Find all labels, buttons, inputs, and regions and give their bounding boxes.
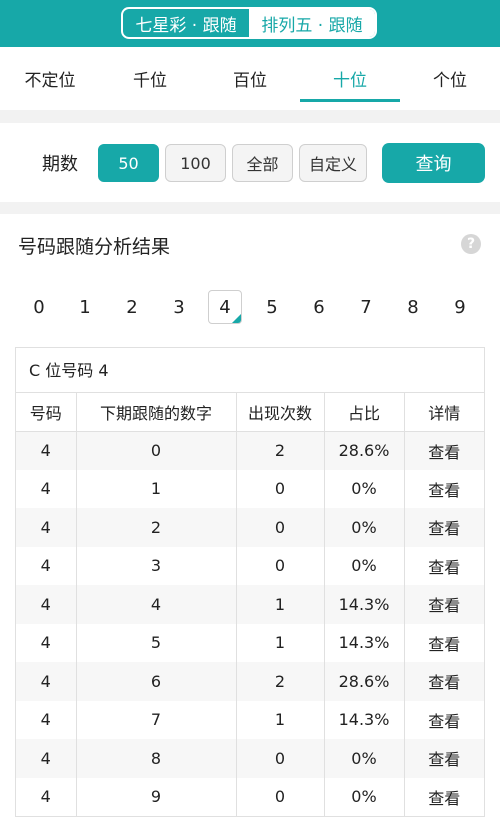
cell-number: 4 (16, 700, 76, 739)
cell-count: 1 (235, 700, 324, 739)
view-detail-link[interactable]: 查看 (403, 777, 484, 816)
cell-next-digit: 0 (75, 431, 236, 470)
table-row: 4 4 1 14.3% 查看 (16, 585, 484, 624)
digit-selector: 0 1 2 3 4 5 6 7 8 9 (0, 290, 500, 326)
table-row: 4 6 2 28.6% 查看 (16, 662, 484, 701)
cell-number: 4 (16, 739, 76, 778)
cell-count: 1 (235, 623, 324, 662)
table-row: 4 0 2 28.6% 查看 (16, 431, 484, 470)
column-header-next-digit: 下期跟随的数字 (75, 393, 236, 432)
view-detail-link[interactable]: 查看 (403, 623, 484, 662)
cell-ratio: 0% (323, 546, 404, 585)
cell-next-digit: 3 (75, 546, 236, 585)
cell-number: 4 (16, 508, 76, 547)
cell-ratio: 14.3% (323, 623, 404, 662)
cell-count: 0 (235, 508, 324, 547)
cell-ratio: 0% (323, 777, 404, 816)
period-option-custom[interactable]: 自定义 (299, 144, 367, 182)
result-panel: 号码跟随分析结果 ? 0 1 2 3 4 5 6 7 8 9 C 位号码 4 号… (0, 214, 500, 837)
digit-4[interactable]: 4 (208, 290, 242, 324)
cell-count: 0 (235, 546, 324, 585)
lottery-switcher: 七星彩 · 跟随 排列五 · 跟随 (121, 7, 377, 39)
view-detail-link[interactable]: 查看 (403, 431, 484, 470)
cell-count: 0 (235, 777, 324, 816)
digit-0[interactable]: 0 (22, 290, 56, 324)
cell-count: 0 (235, 739, 324, 778)
cell-count: 2 (235, 431, 324, 470)
cell-count: 2 (235, 662, 324, 701)
cell-next-digit: 5 (75, 623, 236, 662)
period-label: 期数 (42, 154, 78, 175)
column-header-ratio: 占比 (323, 393, 404, 432)
cell-ratio: 14.3% (323, 585, 404, 624)
cell-next-digit: 2 (75, 508, 236, 547)
table-row: 4 8 0 0% 查看 (16, 739, 484, 778)
cell-number: 4 (16, 431, 76, 470)
digit-5[interactable]: 5 (255, 290, 289, 324)
segment-qxc-follow[interactable]: 七星彩 · 跟随 (123, 9, 249, 37)
follow-table: C 位号码 4 号码 下期跟随的数字 出现次数 占比 详情 4 0 2 28.6… (15, 347, 485, 817)
cell-next-digit: 7 (75, 700, 236, 739)
period-option-50[interactable]: 50 (98, 144, 159, 182)
table-row: 4 3 0 0% 查看 (16, 546, 484, 585)
cell-count: 1 (235, 585, 324, 624)
view-detail-link[interactable]: 查看 (403, 700, 484, 739)
tab-units[interactable]: 个位 (400, 47, 500, 110)
digit-6[interactable]: 6 (302, 290, 336, 324)
column-header-number: 号码 (16, 393, 76, 432)
column-header-count: 出现次数 (235, 393, 324, 432)
cell-next-digit: 8 (75, 739, 236, 778)
digit-8[interactable]: 8 (396, 290, 430, 324)
cell-ratio: 0% (323, 469, 404, 508)
cell-next-digit: 1 (75, 469, 236, 508)
tab-hundreds[interactable]: 百位 (200, 47, 300, 110)
cell-ratio: 0% (323, 508, 404, 547)
view-detail-link[interactable]: 查看 (403, 546, 484, 585)
cell-next-digit: 9 (75, 777, 236, 816)
view-detail-link[interactable]: 查看 (403, 508, 484, 547)
cell-ratio: 14.3% (323, 700, 404, 739)
table-row: 4 1 0 0% 查看 (16, 469, 484, 508)
cell-number: 4 (16, 469, 76, 508)
cell-count: 0 (235, 469, 324, 508)
cell-number: 4 (16, 777, 76, 816)
table-row: 4 2 0 0% 查看 (16, 508, 484, 547)
view-detail-link[interactable]: 查看 (403, 585, 484, 624)
position-tabs: 不定位 千位 百位 十位 个位 (0, 47, 500, 110)
digit-7[interactable]: 7 (349, 290, 383, 324)
segment-pl5-follow[interactable]: 排列五 · 跟随 (249, 9, 375, 37)
digit-1[interactable]: 1 (68, 290, 102, 324)
column-header-detail: 详情 (403, 393, 484, 432)
table-row: 4 7 1 14.3% 查看 (16, 700, 484, 739)
tab-undetermined[interactable]: 不定位 (0, 47, 100, 110)
tab-tens[interactable]: 十位 (300, 47, 400, 110)
tab-thousands[interactable]: 千位 (100, 47, 200, 110)
digit-2[interactable]: 2 (115, 290, 149, 324)
digit-3[interactable]: 3 (162, 290, 196, 324)
query-button[interactable]: 查询 (382, 143, 485, 183)
period-option-100[interactable]: 100 (165, 144, 226, 182)
period-option-all[interactable]: 全部 (232, 144, 293, 182)
view-detail-link[interactable]: 查看 (403, 662, 484, 701)
cell-ratio: 28.6% (323, 662, 404, 701)
table-row: 4 5 1 14.3% 查看 (16, 623, 484, 662)
cell-number: 4 (16, 662, 76, 701)
period-panel: 期数 50 100 全部 自定义 查询 (0, 123, 500, 202)
cell-next-digit: 6 (75, 662, 236, 701)
cell-number: 4 (16, 585, 76, 624)
cell-ratio: 28.6% (323, 431, 404, 470)
cell-number: 4 (16, 623, 76, 662)
cell-ratio: 0% (323, 739, 404, 778)
top-bar: 七星彩 · 跟随 排列五 · 跟随 (0, 0, 500, 47)
table-caption: C 位号码 4 (16, 348, 484, 393)
table-row: 4 9 0 0% 查看 (16, 777, 484, 816)
cell-number: 4 (16, 546, 76, 585)
question-icon[interactable]: ? (461, 234, 481, 254)
view-detail-link[interactable]: 查看 (403, 469, 484, 508)
result-title: 号码跟随分析结果 (18, 236, 171, 258)
view-detail-link[interactable]: 查看 (403, 739, 484, 778)
digit-9[interactable]: 9 (443, 290, 477, 324)
cell-next-digit: 4 (75, 585, 236, 624)
